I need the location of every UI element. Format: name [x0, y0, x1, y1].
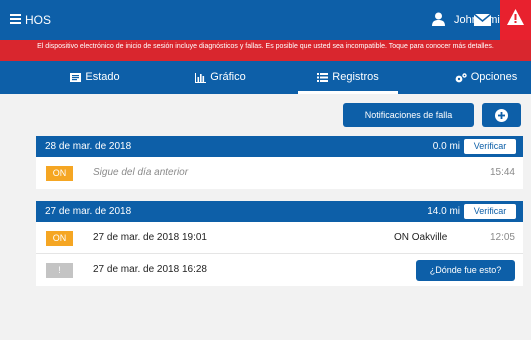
warning-triangle-icon: [507, 9, 524, 25]
plus-circle-icon: [495, 109, 508, 122]
day-distance: 14.0 mi: [427, 206, 460, 217]
log-entry-row[interactable]: ON 27 de mar. de 2018 19:01 ON Oakville …: [36, 222, 523, 254]
tab-label: Estado: [85, 71, 120, 83]
compliance-warning-banner[interactable]: El dispositivo electrónico de inicio de …: [0, 40, 531, 61]
log-entry-duration: 15:44: [489, 167, 515, 178]
tab-label: Opciones: [470, 71, 518, 83]
duty-status-badge: ON: [46, 231, 73, 246]
mail-icon[interactable]: [474, 14, 491, 26]
log-entry-row[interactable]: ON Sigue del día anterior 15:44: [36, 157, 523, 189]
log-entry-text: 27 de mar. de 2018 19:01: [93, 232, 207, 243]
duty-status-badge: ON: [46, 166, 73, 181]
app-title: HOS: [25, 13, 52, 27]
status-icon: [70, 73, 82, 82]
tab-estado[interactable]: Estado: [60, 61, 130, 94]
day-header: 28 de mar. de 2018 0.0 mi Verificar: [36, 136, 523, 157]
tab-grafico[interactable]: Gráfico: [183, 61, 258, 94]
add-record-button[interactable]: [482, 103, 521, 127]
gears-icon: [455, 72, 467, 82]
day-log-card: 28 de mar. de 2018 0.0 mi Verificar ON S…: [36, 136, 523, 189]
day-date: 28 de mar. de 2018: [45, 141, 132, 152]
fault-notifications-button[interactable]: Notificaciones de falla: [343, 103, 474, 127]
unassigned-status-badge: !: [46, 263, 73, 278]
list-icon: [317, 73, 329, 82]
tab-registros[interactable]: Registros: [298, 61, 398, 94]
day-log-card: 27 de mar. de 2018 14.0 mi Verificar ON …: [36, 201, 523, 286]
log-entry-location: ON Oakville: [394, 232, 448, 243]
day-date: 27 de mar. de 2018: [45, 206, 132, 217]
verify-button[interactable]: Verificar: [464, 139, 516, 154]
log-entry-text: 27 de mar. de 2018 16:28: [93, 264, 207, 275]
tab-label: Registros: [332, 71, 379, 83]
nav-tabs: Estado Gráfico Registros Opciones: [0, 61, 531, 94]
top-bar: HOS John Smith: [0, 0, 531, 40]
user-icon[interactable]: [432, 12, 445, 26]
where-was-this-button[interactable]: ¿Dónde fue esto?: [416, 260, 515, 281]
alert-button[interactable]: [500, 0, 531, 40]
log-entry-row[interactable]: ! 27 de mar. de 2018 16:28 ¿Dónde fue es…: [36, 254, 523, 286]
day-distance: 0.0 mi: [432, 141, 460, 152]
bar-chart-icon: [195, 72, 207, 83]
log-entry-text: Sigue del día anterior: [93, 167, 189, 178]
tab-opciones[interactable]: Opciones: [446, 61, 526, 94]
verify-button[interactable]: Verificar: [464, 204, 516, 219]
tab-label: Gráfico: [210, 71, 246, 83]
hamburger-menu-icon[interactable]: [10, 14, 21, 24]
day-header: 27 de mar. de 2018 14.0 mi Verificar: [36, 201, 523, 222]
log-entry-duration: 12:05: [489, 232, 515, 243]
